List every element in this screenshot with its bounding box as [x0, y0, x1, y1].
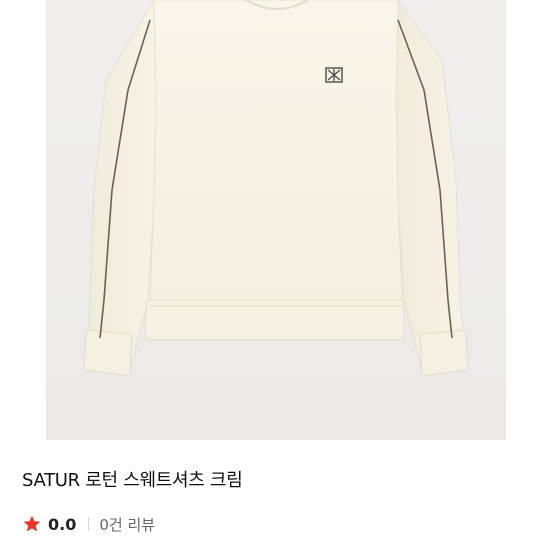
garment-body: [147, 0, 403, 319]
rating-score: 0.0: [48, 514, 77, 534]
divider: [88, 517, 90, 531]
right-sleeve: [395, 0, 467, 373]
product-title[interactable]: SATUR 로턴 스웨트셔츠 크림: [22, 466, 243, 492]
left-cuff: [83, 329, 133, 377]
review-count-link[interactable]: 0건 리뷰: [99, 514, 155, 535]
star-icon: [22, 514, 42, 534]
product-image[interactable]: [46, 0, 506, 440]
right-cuff: [419, 329, 469, 377]
sweatshirt-illustration: [83, 0, 469, 377]
rating-row: 0.0 0건 리뷰: [22, 512, 155, 536]
